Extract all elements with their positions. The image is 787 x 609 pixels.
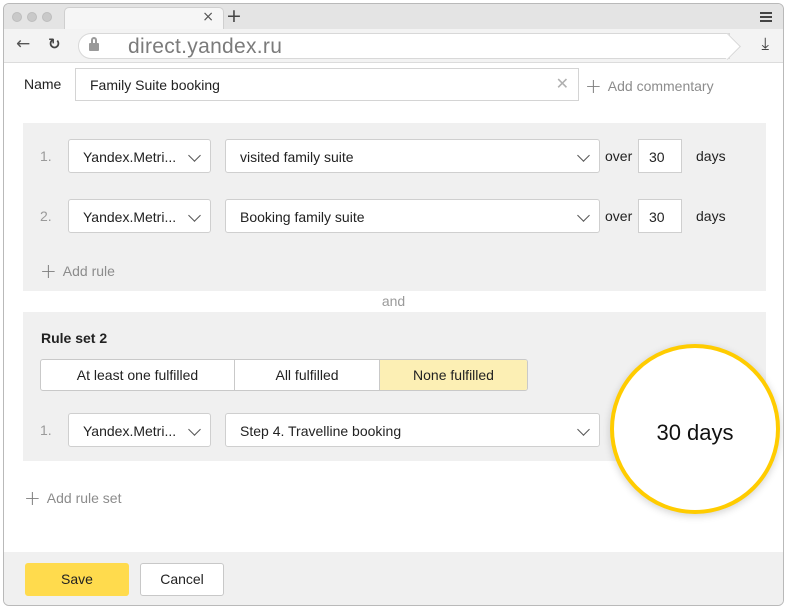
goal-select-label: Booking family suite [240, 209, 365, 225]
browser-tab[interactable]: × [64, 7, 224, 29]
goal-select-label: Step 4. Travelline booking [240, 423, 402, 439]
form-footer: Save Cancel [4, 552, 783, 605]
window-close-dot[interactable] [12, 12, 22, 22]
over-label: over [605, 208, 633, 224]
days-value: 30 [649, 209, 665, 225]
days-label: days [696, 148, 726, 164]
name-value: Family Suite booking [90, 77, 220, 93]
source-select[interactable]: Yandex.Metri... [68, 199, 211, 233]
lock-icon [89, 37, 99, 52]
save-button[interactable]: Save [25, 563, 129, 596]
chevron-down-icon [577, 149, 590, 162]
rule-number: 2. [40, 208, 52, 224]
new-tab-icon[interactable]: + [226, 5, 242, 27]
callout-text: 30 days [656, 420, 734, 445]
goal-select[interactable]: Booking family suite [225, 199, 600, 233]
rule-set-1: 1. Yandex.Metri... visited family suite … [23, 123, 766, 291]
mode-all[interactable]: All fulfilled [234, 360, 379, 390]
name-input[interactable]: Family Suite booking ✕ [75, 68, 579, 101]
days-value: 30 [649, 149, 665, 165]
rule-number: 1. [40, 422, 52, 438]
add-commentary-button[interactable]: + Add commentary [585, 74, 714, 98]
rule-row: 2. Yandex.Metri... Booking family suite … [23, 199, 766, 233]
chevron-down-icon [577, 423, 590, 436]
hamburger-menu-icon[interactable] [760, 12, 772, 22]
plus-icon: + [40, 259, 57, 283]
chevron-down-icon [188, 209, 201, 222]
chevron-down-icon [188, 149, 201, 162]
plus-icon: + [24, 486, 41, 510]
and-connector: and [381, 293, 406, 309]
back-arrow-icon[interactable]: ← [16, 34, 30, 54]
source-select-label: Yandex.Metri... [83, 423, 177, 439]
source-select-label: Yandex.Metri... [83, 209, 177, 225]
rule-row: 1. Yandex.Metri... visited family suite … [23, 139, 766, 173]
source-select-label: Yandex.Metri... [83, 149, 177, 165]
fulfillment-mode-switch: At least one fulfilled All fulfilled Non… [40, 359, 528, 391]
add-rule-button[interactable]: + Add rule [40, 259, 115, 283]
rule-number: 1. [40, 148, 52, 164]
download-icon[interactable]: ⤓ [761, 34, 769, 54]
add-rule-set-label: Add rule set [46, 490, 122, 506]
window-minimize-dot[interactable] [27, 12, 37, 22]
add-rule-label: Add rule [62, 263, 115, 279]
plus-icon: + [585, 74, 602, 98]
goal-select[interactable]: Step 4. Travelline booking [225, 413, 600, 447]
days-input[interactable]: 30 [638, 199, 682, 233]
source-select[interactable]: Yandex.Metri... [68, 413, 211, 447]
source-select[interactable]: Yandex.Metri... [68, 139, 211, 173]
zoom-callout: 30 days [610, 344, 780, 514]
days-label: days [696, 208, 726, 224]
name-label: Name [24, 76, 62, 92]
rule-set-title: Rule set 2 [41, 330, 108, 346]
mode-at-least-one[interactable]: At least one fulfilled [41, 360, 234, 390]
url-field[interactable]: direct.yandex.ru [78, 33, 730, 59]
window-zoom-dot[interactable] [42, 12, 52, 22]
chevron-down-icon [188, 423, 201, 436]
cancel-button[interactable]: Cancel [140, 563, 224, 596]
over-label: over [605, 148, 633, 164]
tab-bar: × + [4, 4, 783, 29]
goal-select[interactable]: visited family suite [225, 139, 600, 173]
add-rule-set-button[interactable]: + Add rule set [24, 486, 121, 510]
days-input[interactable]: 30 [638, 139, 682, 173]
chevron-down-icon [577, 209, 590, 222]
mode-none-selected[interactable]: None fulfilled [379, 360, 527, 390]
reload-icon[interactable]: ↻ [48, 35, 61, 53]
browser-window: × + ← ↻ direct.yandex.ru ⤓ Name Family S… [3, 3, 784, 606]
add-commentary-label: Add commentary [607, 78, 714, 94]
tab-close-icon[interactable]: × [202, 9, 214, 25]
address-bar: ← ↻ direct.yandex.ru ⤓ [4, 29, 783, 63]
url-text: direct.yandex.ru [128, 35, 283, 58]
goal-select-label: visited family suite [240, 149, 354, 165]
clear-icon[interactable]: ✕ [556, 74, 569, 93]
